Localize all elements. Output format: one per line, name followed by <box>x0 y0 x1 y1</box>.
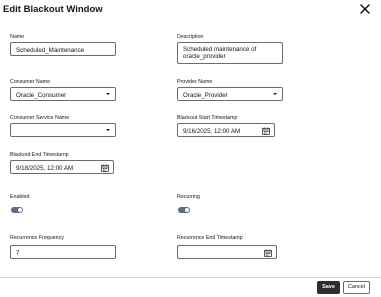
chevron-down-icon <box>106 93 110 95</box>
blackout-start-input[interactable]: 9/16/2025, 12:00 AM <box>177 123 275 137</box>
description-label: Description <box>177 34 204 40</box>
consumer-name-select[interactable]: Oracle_Consumer <box>10 87 116 101</box>
provider-name-label: Provider Name <box>177 79 213 85</box>
calendar-icon[interactable] <box>101 163 109 172</box>
close-icon <box>360 4 370 14</box>
recurrence-end-label: Recurrence End Timestamp <box>177 235 243 241</box>
recurrence-frequency-input[interactable]: 7 <box>10 245 116 259</box>
name-value: Scheduled_Maintenance <box>16 46 85 54</box>
blackout-start-label: Blackout Start Timestamp <box>177 115 238 121</box>
recurring-label: Recurring <box>177 194 200 200</box>
description-textarea[interactable]: Scheduled maintenance of oracle_provider <box>177 42 283 64</box>
consumer-name-value: Oracle_Consumer <box>16 91 67 99</box>
enabled-toggle[interactable] <box>11 207 23 213</box>
dialog-header: Edit Blackout Window <box>0 0 381 26</box>
provider-name-value: Oracle_Provider <box>183 91 228 99</box>
save-button[interactable]: Save <box>317 281 340 294</box>
toggle-knob <box>18 208 22 212</box>
calendar-icon[interactable] <box>264 248 272 257</box>
toggle-knob <box>185 208 189 212</box>
recurring-toggle[interactable] <box>178 207 190 213</box>
footer-divider <box>0 277 381 278</box>
consumer-service-name-select[interactable] <box>10 123 116 137</box>
edit-blackout-window-dialog: Edit Blackout Window Name Scheduled_Main… <box>0 0 381 297</box>
cancel-button[interactable]: Cancel <box>343 281 370 294</box>
chevron-down-icon <box>106 129 110 131</box>
provider-name-select[interactable]: Oracle_Provider <box>177 87 283 101</box>
recurrence-end-input[interactable] <box>177 245 277 259</box>
blackout-end-label: Blackout End Timestamp <box>10 152 69 158</box>
name-input[interactable]: Scheduled_Maintenance <box>10 42 116 56</box>
name-label: Name <box>10 34 25 40</box>
chevron-down-icon <box>273 93 277 95</box>
recurrence-frequency-value: 7 <box>16 249 20 257</box>
dialog-title: Edit Blackout Window <box>3 4 103 15</box>
consumer-service-name-label: Consumer Service Name <box>10 115 70 121</box>
calendar-icon[interactable] <box>262 126 270 135</box>
consumer-name-label: Consumer Name <box>10 79 51 85</box>
enabled-label: Enabled <box>10 194 30 200</box>
blackout-start-value: 9/16/2025, 12:00 AM <box>183 127 241 135</box>
description-value: Scheduled maintenance of oracle_provider <box>183 46 257 60</box>
blackout-end-input[interactable]: 9/18/2025, 12:00 AM <box>10 160 114 174</box>
blackout-end-value: 9/18/2025, 12:00 AM <box>16 164 74 172</box>
close-button[interactable] <box>356 1 374 17</box>
recurrence-frequency-label: Recurrence Frequency <box>10 235 64 241</box>
